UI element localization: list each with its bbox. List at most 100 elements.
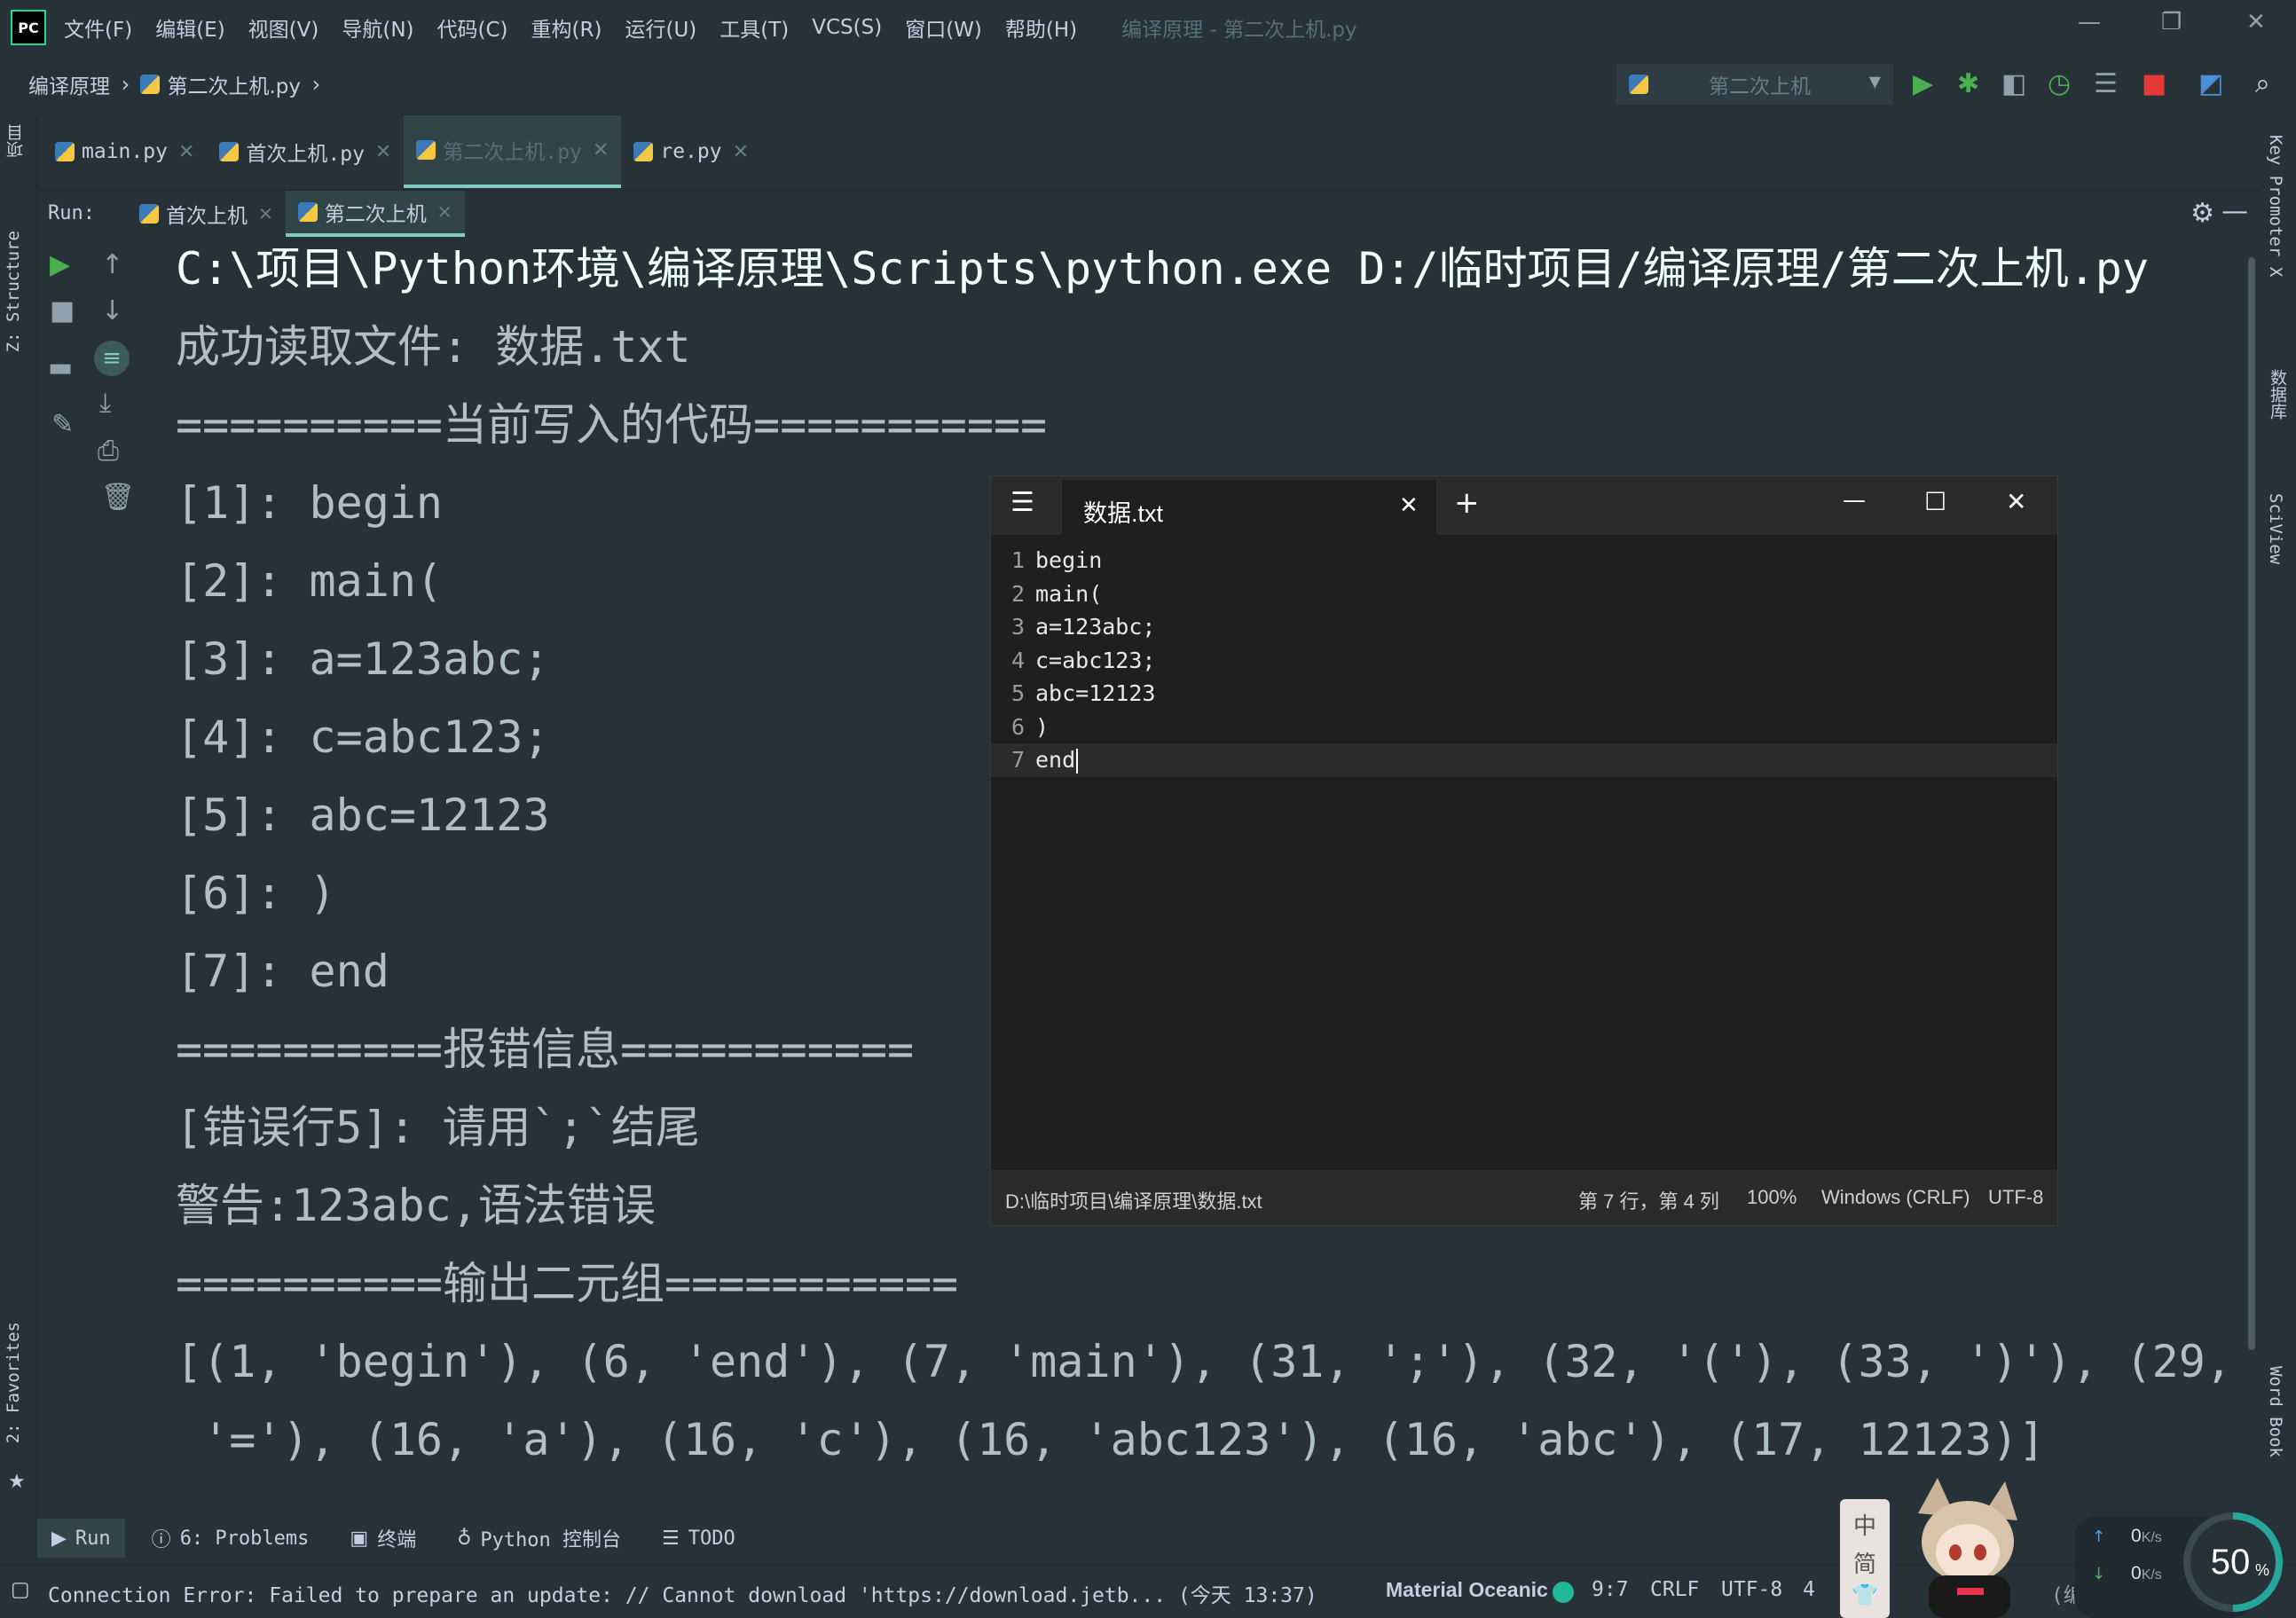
- line-separator[interactable]: CRLF: [1650, 1578, 1699, 1601]
- scroll-to-end-icon[interactable]: ⤓: [99, 389, 111, 419]
- ime-panel[interactable]: 中 简 👕: [1840, 1499, 1890, 1618]
- layout-icon[interactable]: ▬: [48, 353, 73, 383]
- console-scrollbar[interactable]: [2248, 257, 2255, 1350]
- tab-first-lab-py[interactable]: 首次上机.py ✕: [207, 115, 404, 188]
- close-tab-icon[interactable]: ✕: [1399, 492, 1419, 519]
- menu-vcs[interactable]: VCS(S): [812, 16, 882, 39]
- new-tab-icon[interactable]: +: [1454, 485, 1480, 521]
- status-bar-toggle-icon[interactable]: ▢: [11, 1578, 30, 1601]
- maximize-icon[interactable]: ☐: [1924, 487, 1946, 516]
- python-icon: [1629, 75, 1648, 94]
- console-line: ==========当前写入的代码===========: [176, 399, 1048, 451]
- run-tool-button[interactable]: ▶ Run: [37, 1519, 125, 1558]
- project-tool-button[interactable]: 项目: [4, 124, 28, 158]
- breadcrumb-chevron-icon: ›: [309, 72, 323, 97]
- menu-navigate[interactable]: 导航(N): [342, 12, 413, 43]
- pin-icon[interactable]: ✎: [51, 410, 74, 440]
- run-tab-second-lab[interactable]: 第二次上机 ✕: [285, 190, 465, 237]
- ime-mode-label: 中: [1852, 1513, 1876, 1540]
- minimize-icon[interactable]: —: [2078, 9, 2101, 35]
- python-file-icon: [416, 140, 436, 160]
- concurrency-icon[interactable]: ☰: [2094, 69, 2118, 99]
- close-tab-icon[interactable]: ✕: [178, 141, 194, 163]
- close-tab-icon[interactable]: ✕: [375, 141, 391, 163]
- profile-icon[interactable]: ◷: [2048, 69, 2071, 99]
- line-text-value: end: [1035, 747, 1076, 773]
- theme-indicator-icon: [1553, 1582, 1574, 1603]
- run-configuration-dropdown[interactable]: 第二次上机 ▼: [1616, 64, 1893, 105]
- tool-button-label: 终端: [377, 1529, 417, 1551]
- menu-window[interactable]: 窗口(W): [905, 12, 982, 43]
- coverage-icon[interactable]: ◧: [2001, 69, 2026, 99]
- run-icon[interactable]: ▶: [1913, 69, 1933, 99]
- file-encoding[interactable]: UTF-8: [1721, 1578, 1782, 1601]
- notepad-text-area[interactable]: 1 begin 2 main( 3 a=123abc; 4 c=abc123; …: [991, 535, 2057, 1170]
- hamburger-menu-icon[interactable]: ☰: [1010, 487, 1034, 518]
- translate-icon[interactable]: ◩: [2198, 69, 2223, 99]
- close-tab-icon[interactable]: ✕: [593, 139, 609, 161]
- menu-help[interactable]: 帮助(H): [1005, 12, 1077, 43]
- menu-view[interactable]: 视图(V): [248, 12, 319, 43]
- theme-name[interactable]: Material Oceanic: [1386, 1578, 1548, 1602]
- zoom-level: 100%: [1747, 1186, 1797, 1208]
- close-tab-icon[interactable]: ✕: [437, 201, 452, 223]
- gear-icon[interactable]: ⚙: [2190, 198, 2214, 229]
- line-text: ): [1035, 713, 1050, 740]
- caret-position[interactable]: 9:7: [1592, 1578, 1629, 1601]
- usage-gauge: 50 %: [2183, 1512, 2283, 1612]
- breadcrumb-project[interactable]: 编译原理: [28, 69, 110, 99]
- notepad-window: ☰ 数据.txt ✕ + — ☐ ✕ 1 begin 2 main( 3 a=1…: [990, 475, 2058, 1226]
- key-promoter-tool-button[interactable]: Key Promoter X: [2266, 135, 2285, 277]
- tab-second-lab-py[interactable]: 第二次上机.py ✕: [404, 115, 622, 188]
- line-number: 1: [1010, 547, 1025, 573]
- rerun-icon[interactable]: ▶: [50, 250, 70, 280]
- cursor-position: 第 7 行，第 4 列: [1578, 1190, 1719, 1213]
- status-message[interactable]: Connection Error: Failed to prepare an u…: [48, 1578, 1317, 1608]
- tab-re-py[interactable]: re.py ✕: [621, 115, 761, 188]
- notepad-tab[interactable]: 数据.txt ✕: [1062, 480, 1436, 535]
- word-book-tool-button[interactable]: Word Book: [2266, 1366, 2285, 1457]
- soft-wrap-icon[interactable]: ≡: [94, 341, 130, 376]
- menu-edit[interactable]: 编辑(E): [155, 12, 224, 43]
- tab-label: 第二次上机.py: [443, 141, 582, 164]
- terminal-tool-button[interactable]: ▣ 终端: [335, 1519, 430, 1558]
- close-tab-icon[interactable]: ✕: [258, 203, 273, 224]
- tab-main-py[interactable]: main.py ✕: [43, 115, 207, 188]
- close-tab-icon[interactable]: ✕: [733, 141, 749, 163]
- menu-tools[interactable]: 工具(T): [719, 12, 789, 43]
- database-tool-button[interactable]: 数据库: [2266, 369, 2290, 420]
- python-console-tool-button[interactable]: ♁ Python 控制台: [443, 1519, 635, 1558]
- problems-tool-button[interactable]: ⓘ 6: Problems: [138, 1519, 324, 1558]
- close-icon[interactable]: ✕: [2246, 9, 2266, 35]
- indent-size[interactable]: 4: [1803, 1578, 1815, 1601]
- stop-icon[interactable]: ■: [2142, 69, 2166, 99]
- tool-button-label: 6: Problems: [179, 1527, 310, 1550]
- todo-tool-button[interactable]: ☰ TODO: [648, 1519, 750, 1558]
- trash-icon[interactable]: 🗑: [101, 483, 135, 513]
- restore-icon[interactable]: ❐: [2161, 9, 2182, 35]
- console-line: '='), (16, 'a'), (16, 'c'), (16, 'abc123…: [176, 1414, 2046, 1465]
- line-text: abc=12123: [1035, 680, 1156, 706]
- print-icon[interactable]: ⎙: [98, 436, 119, 467]
- minimize-icon[interactable]: —: [1843, 487, 1866, 514]
- console-line: ==========输出二元组===========: [176, 1258, 959, 1309]
- editor-tab-bar: main.py ✕ 首次上机.py ✕ 第二次上机.py ✕ re.py ✕: [43, 115, 761, 188]
- structure-tool-button[interactable]: Z: Structure: [4, 231, 23, 352]
- favorites-tool-button[interactable]: 2: Favorites: [4, 1322, 23, 1443]
- hide-panel-icon[interactable]: —: [2221, 196, 2248, 227]
- run-tab-first-lab[interactable]: 首次上机 ✕: [127, 191, 286, 237]
- menu-run[interactable]: 运行(U): [625, 12, 696, 43]
- menu-refactor[interactable]: 重构(R): [531, 12, 602, 43]
- line-text: c=abc123;: [1035, 647, 1156, 673]
- menu-file[interactable]: 文件(F): [64, 12, 132, 43]
- menu-code[interactable]: 代码(C): [437, 12, 508, 43]
- breadcrumb-file[interactable]: 第二次上机.py: [167, 69, 301, 99]
- arrow-down-icon[interactable]: ↓: [101, 296, 123, 326]
- sciview-tool-button[interactable]: SciView: [2266, 493, 2285, 564]
- arrow-up-icon[interactable]: ↑: [101, 250, 123, 280]
- debug-icon[interactable]: ✱: [1957, 69, 1979, 99]
- notepad-line: 4 c=abc123;: [991, 644, 2057, 678]
- stop-icon[interactable]: ■: [50, 296, 75, 326]
- search-icon[interactable]: ⌕: [2255, 69, 2270, 99]
- close-icon[interactable]: ✕: [2006, 487, 2026, 516]
